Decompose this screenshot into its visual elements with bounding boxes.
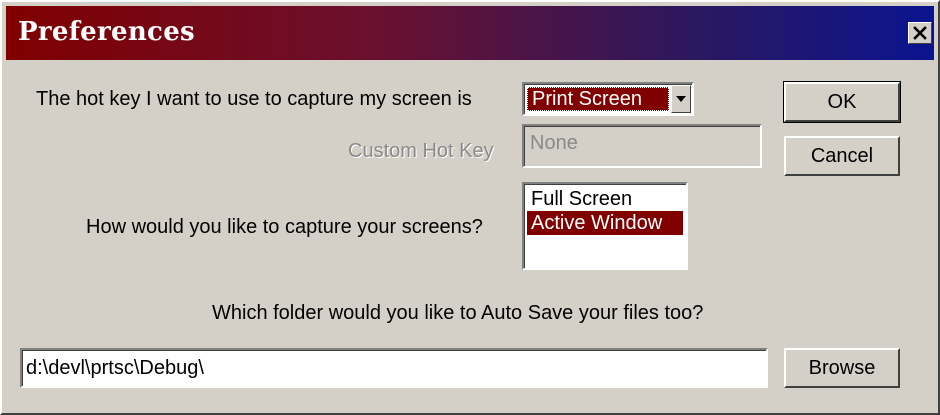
chevron-down-icon (676, 96, 686, 102)
cancel-button[interactable]: Cancel (784, 136, 900, 176)
preferences-dialog: Preferences The hot key I want to use to… (0, 0, 940, 415)
capture-mode-label: How would you like to capture your scree… (86, 216, 483, 238)
list-item-full-screen[interactable]: Full Screen (527, 187, 683, 211)
close-icon (913, 26, 927, 40)
custom-hotkey-label: Custom Hot Key (348, 140, 494, 162)
capture-mode-listbox[interactable]: Full Screen Active Window (522, 182, 688, 270)
browse-button[interactable]: Browse (784, 348, 900, 388)
custom-hotkey-value: None (530, 132, 578, 154)
custom-hotkey-field: None (522, 124, 762, 168)
autosave-label: Which folder would you like to Auto Save… (212, 302, 704, 324)
hotkey-label: The hot key I want to use to capture my … (36, 88, 472, 110)
autosave-path-value: d:\devl\prtsc\Debug\ (26, 357, 204, 379)
autosave-path-input[interactable]: d:\devl\prtsc\Debug\ (20, 348, 768, 388)
hotkey-dropdown-button[interactable] (671, 85, 691, 113)
list-item-active-window[interactable]: Active Window (527, 211, 683, 235)
close-button[interactable] (908, 22, 932, 44)
ok-button[interactable]: OK (783, 81, 901, 123)
title-bar[interactable]: Preferences (6, 6, 934, 60)
hotkey-selected-value: Print Screen (527, 87, 669, 111)
hotkey-select[interactable]: Print Screen (522, 82, 694, 116)
window-title: Preferences (18, 17, 195, 47)
